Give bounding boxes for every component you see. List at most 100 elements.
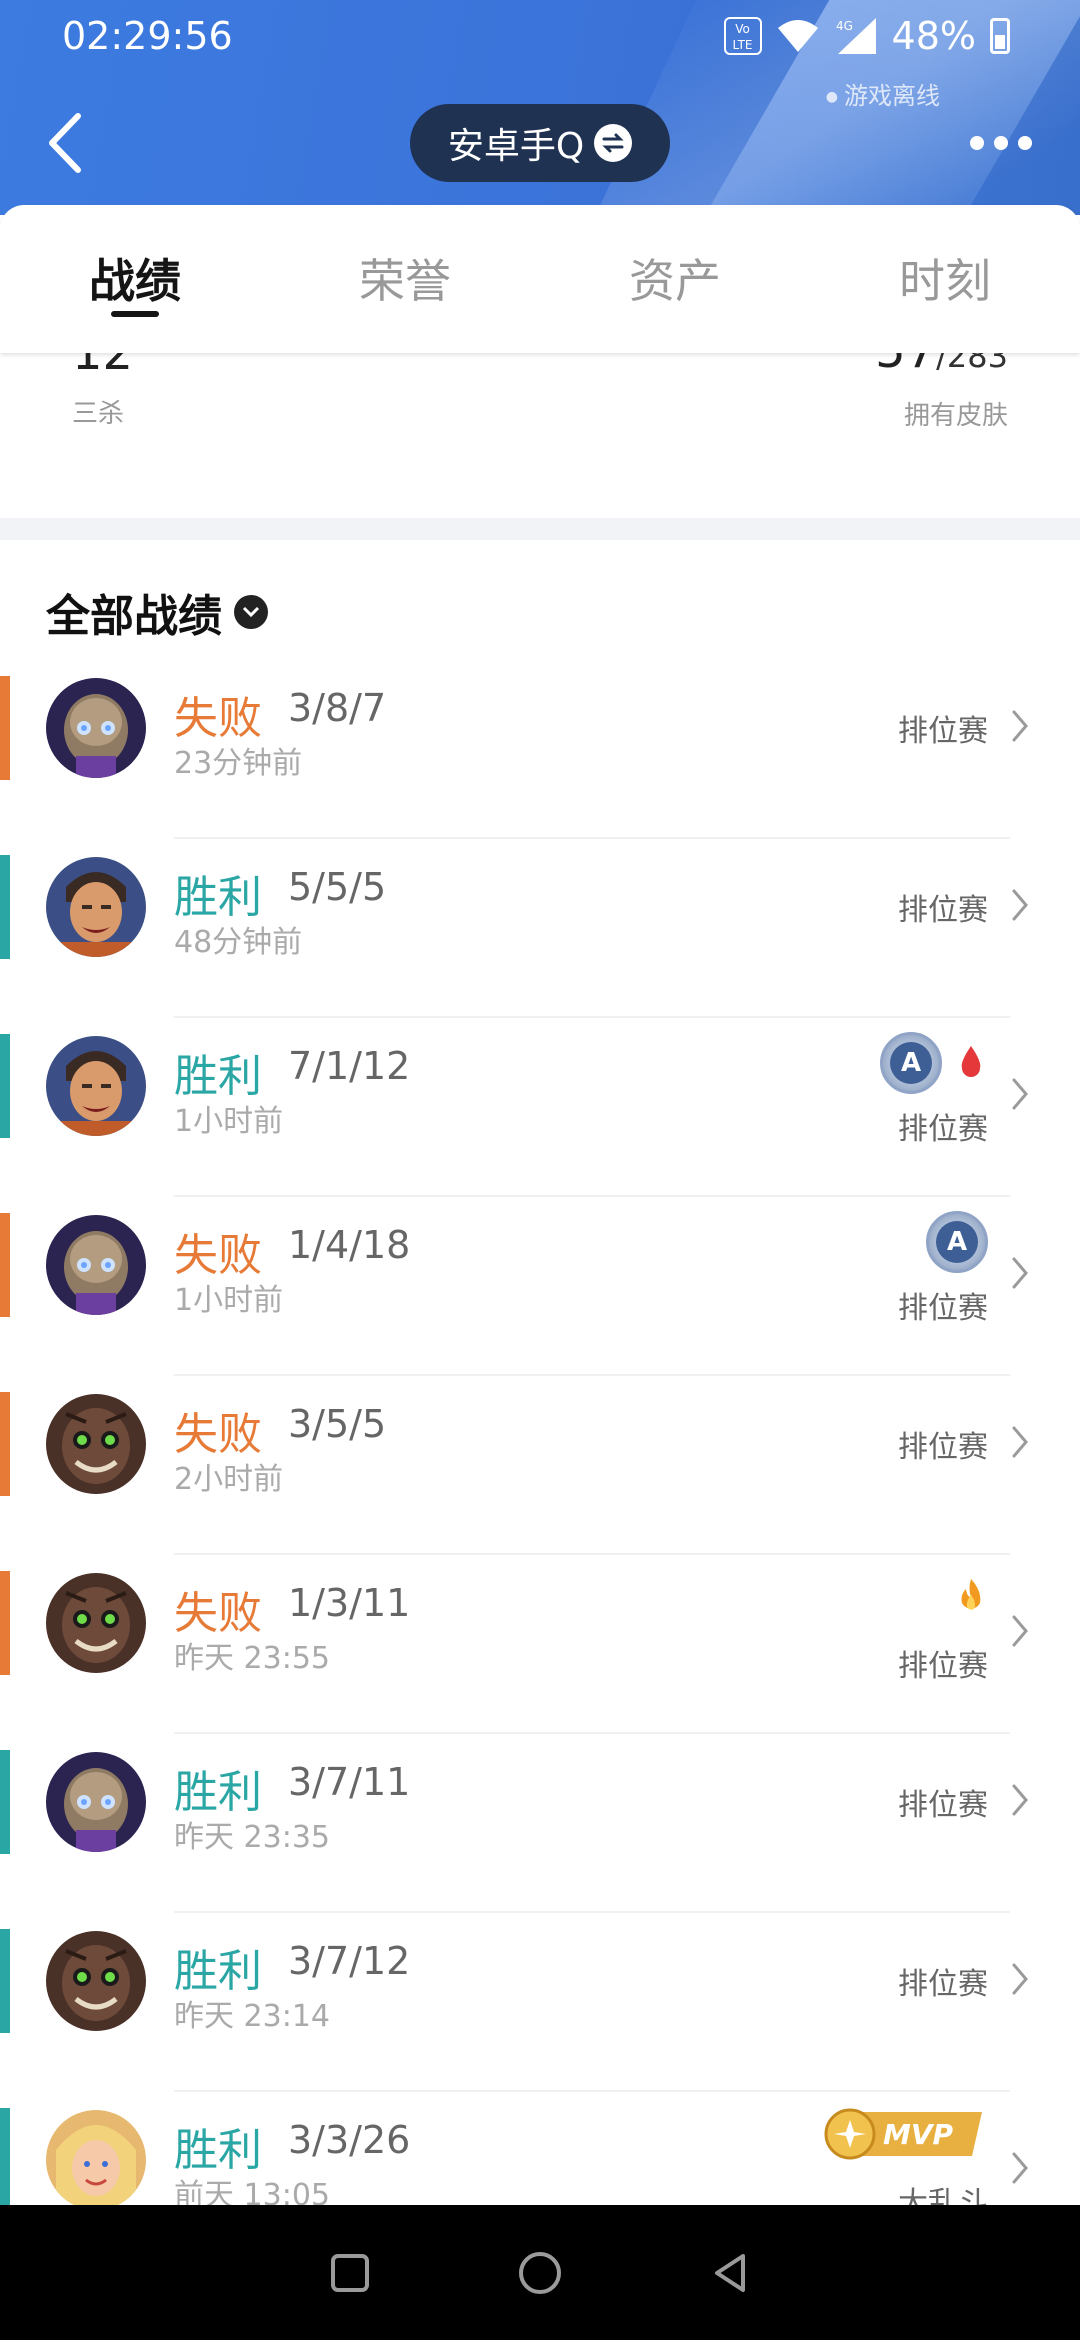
match-time: 昨天 23:14 bbox=[174, 1999, 330, 2034]
offline-status: 游戏离线 bbox=[826, 76, 940, 111]
stats-summary: 12 三杀 57/283 拥有皮肤 bbox=[0, 323, 1080, 518]
match-result: 胜利 bbox=[174, 872, 262, 923]
a-rank-badge: A bbox=[880, 1032, 942, 1094]
match-time: 2小时前 bbox=[174, 1462, 284, 1497]
result-indicator-bar bbox=[0, 1392, 10, 1496]
chevron-right-icon bbox=[1008, 2148, 1032, 2188]
chevron-right-icon bbox=[1008, 1611, 1032, 1651]
a-rank-label: A bbox=[890, 1042, 932, 1084]
more-button[interactable] bbox=[970, 128, 1040, 158]
match-record-row[interactable]: 失败 3/8/7 23分钟前 排位赛 bbox=[0, 660, 1080, 839]
chevron-right-icon bbox=[1008, 706, 1032, 746]
match-record-row[interactable]: 胜利 3/7/11 昨天 23:35 排位赛 bbox=[0, 1734, 1080, 1913]
match-time: 昨天 23:55 bbox=[174, 1641, 330, 1676]
battery-icon bbox=[990, 18, 1010, 54]
a-rank-label: A bbox=[936, 1221, 978, 1263]
system-nav-bar bbox=[0, 2205, 1080, 2340]
match-record-list: 失败 3/8/7 23分钟前 排位赛 胜利 5/5/5 48分钟前 排位赛 胜利 7/1/12 1小… bbox=[0, 660, 1080, 2271]
game-mode: 排位赛 bbox=[898, 1112, 988, 1147]
match-record-row[interactable]: 胜利 7/1/12 1小时前 排位赛 A bbox=[0, 1018, 1080, 1197]
match-result: 失败 bbox=[174, 1230, 262, 1281]
status-time: 02:29:56 bbox=[62, 14, 233, 58]
kda-score: 3/7/11 bbox=[288, 1760, 411, 1804]
account-name: 安卓手Q bbox=[447, 126, 585, 167]
signal-icon: 4G bbox=[836, 18, 876, 54]
kda-score: 3/3/26 bbox=[288, 2118, 411, 2162]
hero-avatar bbox=[46, 678, 146, 778]
match-record-row[interactable]: 胜利 3/7/12 昨天 23:14 排位赛 bbox=[0, 1913, 1080, 2092]
tab-0[interactable]: 战绩 bbox=[0, 205, 270, 353]
result-indicator-bar bbox=[0, 1571, 10, 1675]
game-mode: 排位赛 bbox=[898, 893, 988, 928]
match-time: 23分钟前 bbox=[174, 746, 303, 781]
hero-avatar bbox=[46, 1752, 146, 1852]
result-indicator-bar bbox=[0, 2108, 10, 2212]
all-records-filter[interactable]: 全部战绩 bbox=[46, 580, 268, 644]
hero-avatar bbox=[46, 1931, 146, 2031]
result-indicator-bar bbox=[0, 1929, 10, 2033]
result-indicator-bar bbox=[0, 1750, 10, 1854]
more-dot bbox=[994, 136, 1008, 150]
section-divider bbox=[0, 518, 1080, 540]
tab-3[interactable]: 时刻 bbox=[810, 205, 1080, 353]
back-nav-button[interactable] bbox=[705, 2248, 755, 2298]
match-record-row[interactable]: 失败 1/3/11 昨天 23:55 排位赛 bbox=[0, 1555, 1080, 1734]
game-mode: 排位赛 bbox=[898, 1649, 988, 1684]
match-time: 1小时前 bbox=[174, 1283, 284, 1318]
chevron-right-icon bbox=[1008, 1253, 1032, 1293]
kda-score: 7/1/12 bbox=[288, 1044, 411, 1088]
first-blood-icon bbox=[961, 1046, 981, 1077]
match-time: 48分钟前 bbox=[174, 925, 303, 960]
game-mode: 排位赛 bbox=[898, 1291, 988, 1326]
kda-score: 3/7/12 bbox=[288, 1939, 411, 1983]
chevron-right-icon bbox=[1008, 1959, 1032, 1999]
game-mode: 排位赛 bbox=[898, 1967, 988, 2002]
hero-avatar bbox=[46, 1394, 146, 1494]
home-button[interactable] bbox=[515, 2248, 565, 2298]
match-record-row[interactable]: 胜利 5/5/5 48分钟前 排位赛 bbox=[0, 839, 1080, 1018]
tab-bar: 战绩 荣誉 资产 时刻 bbox=[0, 205, 1080, 353]
chevron-right-icon bbox=[1008, 1780, 1032, 1820]
more-dot bbox=[970, 136, 984, 150]
back-button[interactable] bbox=[40, 108, 90, 178]
result-indicator-bar bbox=[0, 855, 10, 959]
swap-icon bbox=[594, 124, 633, 162]
mvp-label: MVP bbox=[883, 2118, 954, 2151]
account-switch-button[interactable]: 安卓手Q bbox=[410, 104, 670, 182]
match-result: 失败 bbox=[174, 1409, 262, 1460]
game-mode: 排位赛 bbox=[898, 1430, 988, 1465]
match-result: 失败 bbox=[174, 1588, 262, 1639]
match-result: 胜利 bbox=[174, 1767, 262, 1818]
wifi-icon bbox=[777, 20, 818, 52]
match-result: 胜利 bbox=[174, 2125, 262, 2176]
match-time: 昨天 23:35 bbox=[174, 1820, 330, 1855]
chevron-right-icon bbox=[1008, 1422, 1032, 1462]
mvp-badge: MVP bbox=[824, 2108, 982, 2160]
hero-avatar bbox=[46, 1573, 146, 1673]
skin-label: 拥有皮肤 bbox=[903, 401, 1008, 431]
triple-kill-label: 三杀 bbox=[72, 399, 125, 429]
match-record-row[interactable]: 失败 3/5/5 2小时前 排位赛 bbox=[0, 1376, 1080, 1555]
kda-score: 3/5/5 bbox=[288, 1402, 387, 1446]
fire-icon bbox=[961, 1579, 981, 1610]
network-type: 4G bbox=[836, 19, 853, 33]
tab-2[interactable]: 资产 bbox=[540, 205, 810, 353]
result-indicator-bar bbox=[0, 676, 10, 780]
match-result: 胜利 bbox=[174, 1946, 262, 1997]
status-icons: Vo LTE 4G 48% bbox=[723, 14, 1010, 58]
a-rank-badge: A bbox=[926, 1211, 988, 1273]
result-indicator-bar bbox=[0, 1213, 10, 1317]
tab-1[interactable]: 荣誉 bbox=[270, 205, 540, 353]
kda-score: 5/5/5 bbox=[288, 865, 387, 909]
game-mode: 排位赛 bbox=[898, 714, 988, 749]
game-mode: 排位赛 bbox=[898, 1788, 988, 1823]
hero-avatar bbox=[46, 2110, 146, 2210]
battery-percent: 48% bbox=[891, 14, 976, 58]
app-header: 02:29:56 Vo LTE 4G 48% 游戏离线 安卓手Q bbox=[0, 0, 1080, 215]
kda-score: 3/8/7 bbox=[288, 686, 387, 730]
section-title: 全部战绩 bbox=[46, 591, 222, 642]
recents-button[interactable] bbox=[325, 2248, 375, 2298]
match-result: 胜利 bbox=[174, 1051, 262, 1102]
chevron-down-icon bbox=[234, 595, 268, 629]
match-record-row[interactable]: 失败 1/4/18 1小时前 排位赛 A bbox=[0, 1197, 1080, 1376]
